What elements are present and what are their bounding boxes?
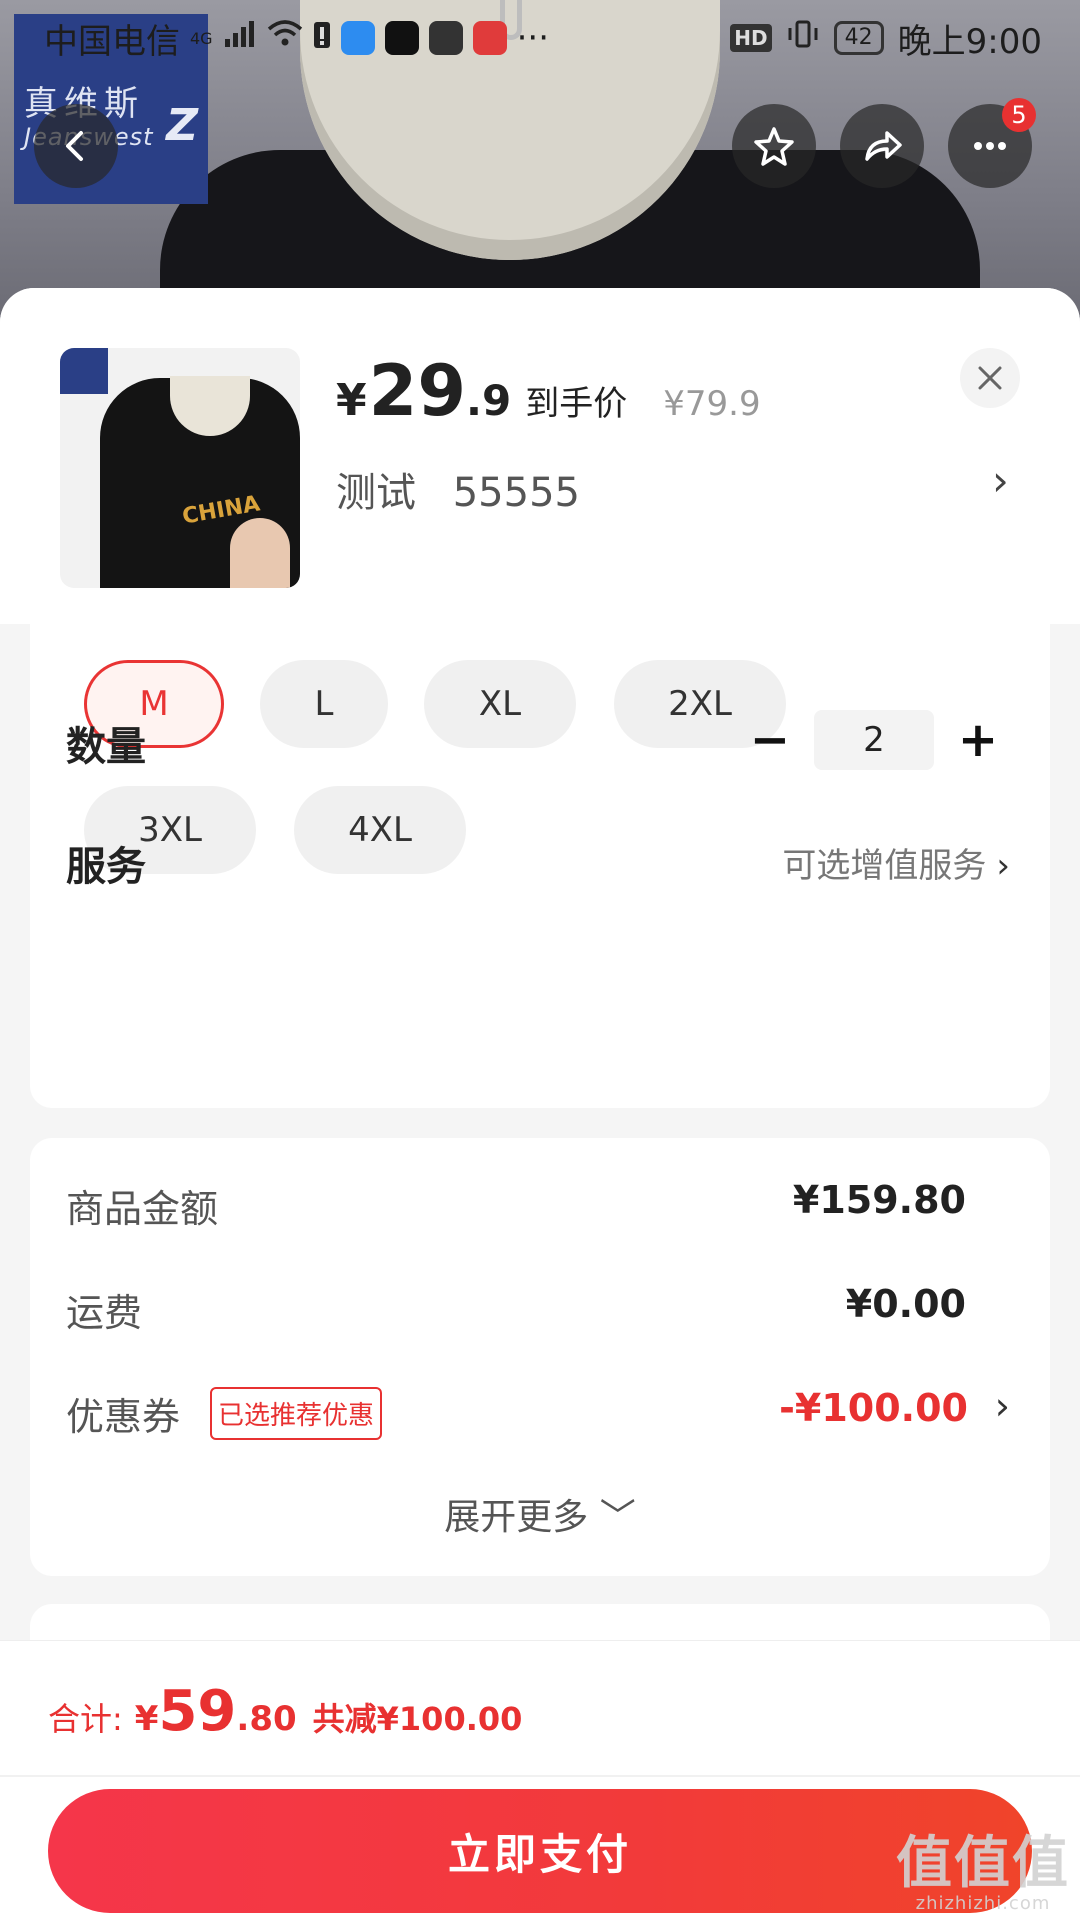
quantity-label: 数量: [66, 724, 146, 770]
shipping-label: 运费: [66, 1291, 143, 1335]
smzdm-app-icon: [472, 21, 507, 55]
share-button[interactable]: [840, 104, 924, 188]
chevron-right-icon: ›: [996, 846, 1010, 886]
total-currency: ¥: [134, 1699, 159, 1739]
battery-level: 42: [833, 21, 884, 55]
pay-now-button[interactable]: 立即支付: [48, 1789, 1032, 1913]
close-button[interactable]: [960, 348, 1020, 408]
price-row: ¥ 29 .9 到手价 ¥79.9: [336, 350, 761, 432]
total-summary: 合计: ¥ 59 .80 共减¥100.00: [48, 1679, 522, 1744]
price-currency: ¥: [336, 375, 367, 426]
thumbnail-logo: [60, 348, 108, 394]
signal-icon: [223, 18, 257, 58]
total-integer: 59: [158, 1679, 237, 1744]
quantity-stepper: − 2 +: [740, 710, 1008, 770]
amount-card: 商品金额 ¥159.80 运费 ¥0.00 优惠券 已选推荐优惠 -¥100.0…: [30, 1138, 1050, 1576]
total-label: 合计:: [48, 1700, 123, 1738]
huawei-app-icon: [428, 21, 463, 55]
status-bar: 中国电信 4G ··· HD 42 晚上9:00: [0, 0, 1080, 76]
quantity-input[interactable]: 2: [814, 710, 934, 770]
size-option-4xl[interactable]: 4XL: [294, 786, 466, 874]
shipping-value: ¥0.00: [845, 1282, 966, 1326]
size-option-l[interactable]: L: [260, 660, 388, 748]
service-label: 服务: [66, 844, 146, 890]
coupon-value[interactable]: -¥100.00: [779, 1386, 968, 1430]
original-price: ¥79.9: [663, 384, 761, 424]
total-decimal: .80: [236, 1699, 297, 1739]
variant-code: 55555: [452, 470, 580, 516]
more-notifications: ···: [516, 18, 550, 58]
hd-indicator: HD: [730, 24, 772, 52]
close-icon: [978, 366, 1002, 390]
carrier-label: 中国电信: [44, 21, 180, 62]
expand-more-button[interactable]: 展开更多 ﹀: [30, 1488, 1050, 1540]
watermark-url: zhizhizhi.com: [915, 1893, 1051, 1914]
selected-variant[interactable]: 测试 55555: [336, 460, 580, 518]
notification-badge: 5: [1002, 98, 1036, 132]
goods-amount-value: ¥159.80: [792, 1178, 966, 1222]
network-type: 4G: [190, 28, 213, 48]
coupon-recommended-badge: 已选推荐优惠: [210, 1387, 383, 1440]
favorite-button[interactable]: [732, 104, 816, 188]
watermark-logo: 值值值 zhizhizhi.com: [896, 1818, 1070, 1914]
final-price-label: 到手价: [525, 384, 628, 424]
brand-z-mark: Z: [166, 100, 198, 151]
increase-button[interactable]: +: [948, 710, 1008, 770]
chevron-right-icon[interactable]: ›: [995, 1384, 1010, 1428]
wifi-icon: [267, 18, 303, 58]
watermark-text: 值值值: [896, 1831, 1070, 1896]
ellipsis-icon: [974, 142, 1006, 150]
goods-amount-label: 商品金额: [66, 1187, 219, 1231]
total-discount: 共减¥100.00: [312, 1700, 523, 1738]
vibrate-icon: [786, 18, 820, 58]
size-option-xl[interactable]: XL: [424, 660, 576, 748]
clock: 晚上9:00: [897, 21, 1042, 62]
sheet-header: CHINA ¥ 29 .9 到手价 ¥79.9 测试 55555 ›: [0, 288, 1080, 624]
share-icon: [865, 131, 902, 161]
coupon-label: 优惠券: [66, 1395, 181, 1439]
douyin-app-icon: [384, 21, 419, 55]
product-thumbnail[interactable]: CHINA: [60, 348, 300, 588]
price-decimal: .9: [466, 376, 512, 425]
divider: [0, 1775, 1080, 1777]
back-button[interactable]: [34, 104, 118, 188]
browser-app-icon: [340, 21, 375, 55]
service-value: 可选增值服务: [782, 846, 987, 886]
star-icon: [754, 127, 794, 166]
battery-alert-icon: [313, 18, 331, 58]
decrease-button[interactable]: −: [740, 710, 800, 770]
price-integer: 29: [368, 350, 467, 432]
service-selector[interactable]: 可选增值服务 ›: [782, 838, 1010, 887]
chevron-left-icon: [66, 131, 83, 161]
variant-name: 测试: [336, 470, 416, 516]
more-button[interactable]: 5: [948, 98, 1036, 188]
chevron-right-icon[interactable]: ›: [992, 456, 1009, 505]
thumbnail-hand: [230, 518, 290, 588]
